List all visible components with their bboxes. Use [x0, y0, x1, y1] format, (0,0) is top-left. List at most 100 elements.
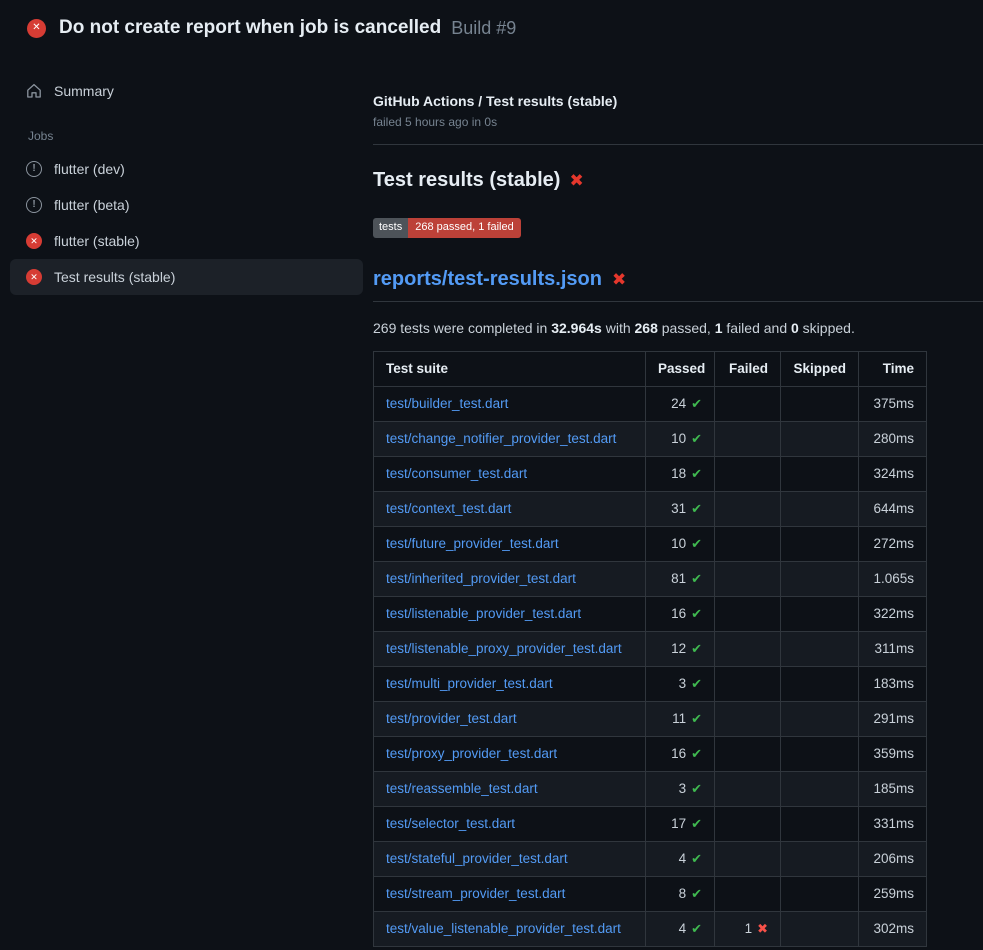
check-icon: ✔	[691, 606, 702, 621]
failed-cell	[715, 387, 781, 422]
sidebar-item-flutter-dev[interactable]: ! flutter (dev)	[10, 151, 363, 187]
test-suite-cell: test/multi_provider_test.dart	[374, 667, 646, 702]
failed-cell: 1✖	[715, 912, 781, 947]
failed-cell	[715, 772, 781, 807]
skipped-cell	[781, 597, 859, 632]
test-suite-link[interactable]: test/context_test.dart	[386, 501, 511, 516]
time-cell: 324ms	[859, 457, 927, 492]
test-suite-link[interactable]: test/provider_test.dart	[386, 711, 517, 726]
jobs-section-label: Jobs	[0, 109, 373, 151]
results-table: Test suitePassedFailedSkippedTime test/b…	[373, 351, 927, 947]
badge-value: 268 passed, 1 failed	[408, 218, 520, 238]
cross-mark-icon: ✖	[612, 271, 626, 288]
passed-cell: 81✔	[646, 562, 715, 597]
table-row: test/multi_provider_test.dart 3✔ 183ms	[374, 667, 927, 702]
passed-count: 17	[671, 816, 686, 831]
test-suite-link[interactable]: test/change_notifier_provider_test.dart	[386, 431, 616, 446]
table-row: test/value_listenable_provider_test.dart…	[374, 912, 927, 947]
test-suite-link[interactable]: test/reassemble_test.dart	[386, 781, 538, 796]
page-header: ✕ Do not create report when job is cance…	[0, 0, 983, 55]
passed-count: 16	[671, 606, 686, 621]
failed-count: 1	[745, 921, 753, 936]
skipped-cell	[781, 457, 859, 492]
passed-cell: 10 ✔	[646, 527, 715, 562]
build-number: Build #9	[451, 18, 516, 39]
passed-count: 4	[679, 921, 687, 936]
summary-segment: passed,	[658, 320, 715, 336]
passed-cell: 24✔	[646, 387, 715, 422]
failed-cell	[715, 562, 781, 597]
passed-cell: 17 ✔	[646, 807, 715, 842]
check-icon: ✔	[691, 396, 702, 411]
passed-cell: 10✔	[646, 422, 715, 457]
x-circle-icon: ✕	[27, 19, 46, 38]
sidebar-item-flutter-beta[interactable]: ! flutter (beta)	[10, 187, 363, 223]
sidebar-item-test-results-stable[interactable]: ✕ Test results (stable)	[10, 259, 363, 295]
check-icon: ✔	[691, 466, 702, 481]
test-suite-link[interactable]: test/stream_provider_test.dart	[386, 886, 565, 901]
check-icon: ✔	[691, 676, 702, 691]
results-table-header-row: Test suitePassedFailedSkippedTime	[374, 352, 927, 387]
passed-count: 11	[672, 711, 686, 726]
failed-cell	[715, 877, 781, 912]
check-icon: ✔	[691, 886, 702, 901]
test-suite-link[interactable]: test/listenable_proxy_provider_test.dart	[386, 641, 622, 656]
check-icon: ✔	[691, 746, 702, 761]
sidebar-item-summary[interactable]: Summary	[10, 73, 363, 109]
sidebar-item-label: Test results (stable)	[54, 269, 175, 285]
x-circle-icon: ✕	[26, 269, 42, 285]
table-row: test/proxy_provider_test.dart 16✔ 359ms	[374, 737, 927, 772]
test-suite-link[interactable]: test/inherited_provider_test.dart	[386, 571, 576, 586]
passed-count: 10	[671, 536, 686, 551]
test-suite-link[interactable]: test/listenable_provider_test.dart	[386, 606, 581, 621]
passed-count: 31	[671, 501, 686, 516]
table-row: test/selector_test.dart 17✔ 331ms	[374, 807, 927, 842]
report-file-link[interactable]: reports/test-results.json	[373, 268, 602, 291]
test-suite-link[interactable]: test/consumer_test.dart	[386, 466, 527, 481]
check-icon: ✔	[691, 536, 702, 551]
sidebar-item-label: flutter (beta)	[54, 197, 129, 213]
failed-cell	[715, 842, 781, 877]
failed-cell	[715, 667, 781, 702]
skipped-cell	[781, 667, 859, 702]
test-suite-cell: test/selector_test.dart	[374, 807, 646, 842]
main-content: GitHub Actions / Test results (stable) f…	[373, 55, 983, 947]
test-suite-cell: test/inherited_provider_test.dart	[374, 562, 646, 597]
failed-cell	[715, 457, 781, 492]
check-icon: ✔	[691, 431, 702, 446]
cross-mark-icon: ✖	[569, 172, 583, 189]
test-suite-link[interactable]: test/stateful_provider_test.dart	[386, 851, 568, 866]
test-suite-link[interactable]: test/multi_provider_test.dart	[386, 676, 553, 691]
column-header-test-suite: Test suite	[374, 352, 646, 387]
time-cell: 322ms	[859, 597, 927, 632]
test-suite-link[interactable]: test/value_listenable_provider_test.dart	[386, 921, 621, 936]
summary-duration: 32.964s	[551, 320, 602, 336]
sidebar-item-label: Summary	[54, 83, 114, 99]
sidebar-item-flutter-stable[interactable]: ✕ flutter (stable)	[10, 223, 363, 259]
home-icon	[26, 83, 42, 99]
table-row: test/builder_test.dart 24✔ 375ms	[374, 387, 927, 422]
test-suite-link[interactable]: test/builder_test.dart	[386, 396, 508, 411]
test-suite-link[interactable]: test/future_provider_test.dart	[386, 536, 559, 551]
test-suite-link[interactable]: test/proxy_provider_test.dart	[386, 746, 557, 761]
passed-count: 3	[679, 781, 687, 796]
results-table-body: test/builder_test.dart 24✔ 375ms test/ch…	[374, 387, 927, 947]
section-title: Test results (stable) ✖	[373, 169, 983, 192]
check-icon: ✔	[691, 816, 702, 831]
passed-count: 8	[679, 886, 687, 901]
failed-cell	[715, 632, 781, 667]
test-suite-cell: test/provider_test.dart	[374, 702, 646, 737]
passed-cell: 8✔	[646, 877, 715, 912]
badge-label: tests	[373, 218, 408, 238]
time-cell: 185ms	[859, 772, 927, 807]
time-cell: 206ms	[859, 842, 927, 877]
passed-cell: 12✔	[646, 632, 715, 667]
check-icon: ✔	[691, 921, 702, 936]
test-suite-link[interactable]: test/selector_test.dart	[386, 816, 515, 831]
test-suite-cell: test/listenable_proxy_provider_test.dart	[374, 632, 646, 667]
time-cell: 183ms	[859, 667, 927, 702]
summary-skipped-count: 0	[791, 320, 799, 336]
passed-cell: 4✔	[646, 912, 715, 947]
run-status-line: failed 5 hours ago in 0s	[373, 115, 983, 129]
passed-cell: 16 ✔	[646, 597, 715, 632]
